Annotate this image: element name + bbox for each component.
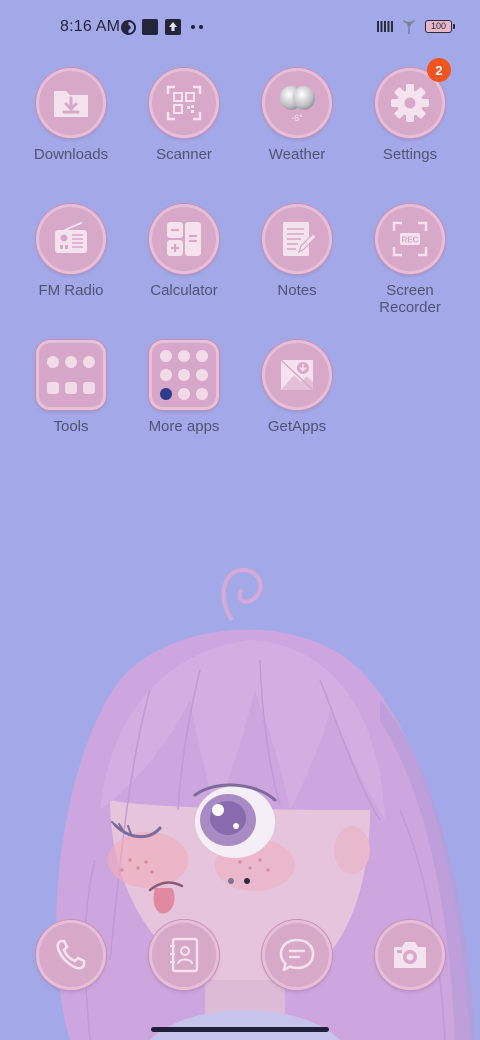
phone-icon — [56, 939, 86, 970]
dock-camera[interactable] — [350, 920, 470, 990]
app-icon-wrapper — [36, 204, 106, 274]
app-label: FM Radio — [38, 282, 104, 299]
app-label: Downloads — [33, 146, 109, 163]
mini-app-icon — [83, 382, 95, 394]
app-notes[interactable]: Notes — [237, 204, 357, 299]
notes-icon — [283, 222, 317, 256]
battery-indicator: 100 — [425, 19, 455, 33]
folder-tools[interactable]: Tools — [11, 340, 131, 435]
page-dot — [228, 878, 234, 884]
radio-icon — [55, 222, 87, 253]
mini-app-icon — [65, 382, 77, 394]
app-icon-wrapper — [149, 204, 219, 274]
app-icon-wrapper — [375, 920, 445, 990]
app-weather[interactable]: -6° Weather — [237, 68, 357, 163]
mini-app-icon — [177, 369, 190, 381]
status-time: 8:16 AM — [60, 18, 121, 35]
dock-messages[interactable] — [237, 920, 357, 990]
app-settings[interactable]: 2 Settings — [350, 58, 470, 163]
app-scanner[interactable]: Scanner — [124, 68, 244, 163]
app-label: Scanner — [156, 146, 212, 163]
more-apps-folder-icon — [149, 340, 219, 410]
mini-app-icon — [83, 356, 95, 368]
app-label: Tools — [53, 418, 89, 435]
hotspot-icon — [403, 19, 415, 34]
mini-app-icon — [195, 388, 208, 400]
camera-icon — [394, 942, 426, 968]
mini-app-icon — [160, 350, 173, 362]
calculator-icon — [167, 222, 201, 256]
app-downloads[interactable]: Downloads — [11, 68, 131, 163]
app-screen-recorder[interactable]: REC Screen Recorder — [350, 204, 470, 316]
mini-app-icon — [195, 350, 208, 362]
data-saver-icon — [121, 20, 136, 35]
signal-icon — [377, 21, 393, 32]
weather-icon: -6° — [280, 86, 315, 123]
notification-badge: 2 — [427, 58, 451, 82]
rec-text: REC — [402, 236, 419, 245]
app-icon-wrapper: -6° — [262, 68, 332, 138]
app-icon-wrapper — [36, 68, 106, 138]
tools-folder-icon — [36, 340, 106, 410]
page-indicator — [228, 878, 250, 884]
download-folder-icon — [54, 91, 88, 117]
upload-icon — [165, 19, 181, 35]
app-icon-wrapper — [262, 920, 332, 990]
app-label: Weather — [268, 146, 326, 163]
mini-app-icon — [47, 356, 59, 368]
app-icon-wrapper — [149, 920, 219, 990]
qr-scanner-icon — [166, 85, 202, 121]
app-label: GetApps — [267, 418, 327, 435]
screen-recorder-icon: REC — [392, 221, 428, 257]
app-label: Screen Recorder — [379, 282, 441, 316]
mini-app-icon — [177, 350, 190, 362]
mini-app-icon — [160, 369, 173, 381]
mini-app-icon — [160, 388, 173, 400]
app-icon-wrapper — [262, 340, 332, 410]
app-icon-wrapper — [149, 68, 219, 138]
weather-temp: -6° — [291, 113, 303, 123]
app-icon-wrapper — [262, 204, 332, 274]
app-icon-wrapper — [36, 920, 106, 990]
mini-app-icon — [195, 369, 208, 381]
mini-app-icon — [47, 382, 59, 394]
app-label: Calculator — [150, 282, 218, 299]
home-gesture-bar[interactable] — [151, 1027, 329, 1032]
app-notification-icon — [142, 19, 158, 35]
messages-icon — [279, 938, 315, 972]
app-label: Settings — [382, 146, 438, 163]
app-label: More apps — [148, 418, 220, 435]
status-bar: 8:16 AM 100 — [0, 0, 480, 56]
app-label: Notes — [277, 282, 317, 299]
dock-contacts[interactable] — [124, 920, 244, 990]
more-notifications-icon — [191, 25, 203, 29]
mini-app-icon — [177, 388, 190, 400]
app-getapps[interactable]: GetApps — [237, 340, 357, 435]
contacts-icon — [170, 937, 199, 973]
app-icon-wrapper: REC — [375, 204, 445, 274]
dock-phone[interactable] — [11, 920, 131, 990]
getapps-icon — [280, 359, 314, 391]
app-icon-wrapper: 2 — [375, 58, 451, 138]
app-calculator[interactable]: Calculator — [124, 204, 244, 299]
folder-more-apps[interactable]: More apps — [124, 340, 244, 435]
page-dot-active — [244, 878, 250, 884]
gear-icon — [391, 84, 429, 122]
mini-app-icon — [65, 356, 77, 368]
app-fm-radio[interactable]: FM Radio — [11, 204, 131, 299]
